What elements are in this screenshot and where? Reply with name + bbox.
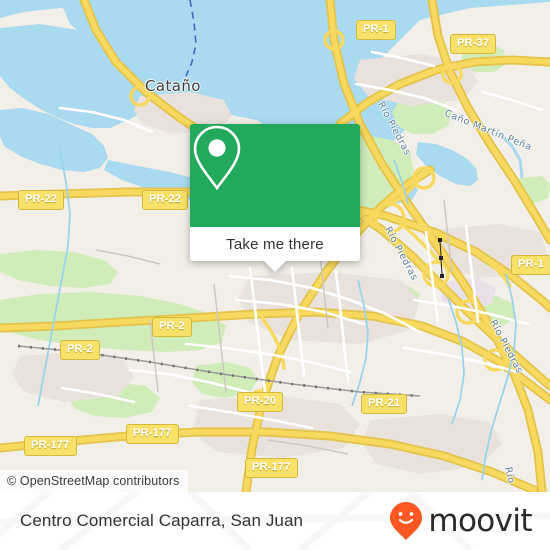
road-shield-pr-2: PR-2 bbox=[152, 317, 192, 337]
road-shield-pr-1: PR-1 bbox=[511, 255, 550, 275]
road-shield-pr-20: PR-20 bbox=[237, 392, 284, 412]
location-popup[interactable]: Take me there bbox=[190, 124, 360, 272]
take-me-there-button[interactable]: Take me there bbox=[190, 227, 360, 261]
road-shield-pr-1: PR-1 bbox=[356, 20, 396, 40]
road-shield-pr-177: PR-177 bbox=[126, 424, 179, 444]
moovit-pin-icon bbox=[390, 502, 423, 540]
popup-tail bbox=[264, 261, 286, 272]
place-title: Centro Comercial Caparra, San Juan bbox=[20, 511, 304, 530]
map-canvas[interactable]: Cataño Río Piedras Caño Martín Peña Río Pie… bbox=[0, 0, 550, 492]
popup-header bbox=[190, 124, 360, 227]
osm-attribution[interactable]: © OpenStreetMap contributors bbox=[0, 470, 188, 492]
road-shield-pr-37: PR-37 bbox=[450, 34, 497, 54]
road-shield-pr-177: PR-177 bbox=[245, 458, 298, 478]
footer-bar: Centro Comercial Caparra, San Juan moovi… bbox=[0, 492, 550, 550]
road-shield-pr-22: PR-22 bbox=[18, 190, 65, 210]
moovit-wordmark: moovit bbox=[428, 502, 532, 539]
road-shield-pr-21: PR-21 bbox=[361, 394, 408, 414]
take-me-there-label: Take me there bbox=[226, 235, 324, 253]
map-pin-icon bbox=[193, 125, 241, 191]
road-shield-pr-22: PR-22 bbox=[142, 190, 189, 210]
road-shield-pr-177: PR-177 bbox=[24, 436, 77, 456]
moovit-map-screen: Cataño Río Piedras Caño Martín Peña Río Pie… bbox=[0, 0, 550, 550]
moovit-logo[interactable]: moovit bbox=[389, 501, 533, 541]
road-shield-pr-2: PR-2 bbox=[60, 340, 100, 360]
